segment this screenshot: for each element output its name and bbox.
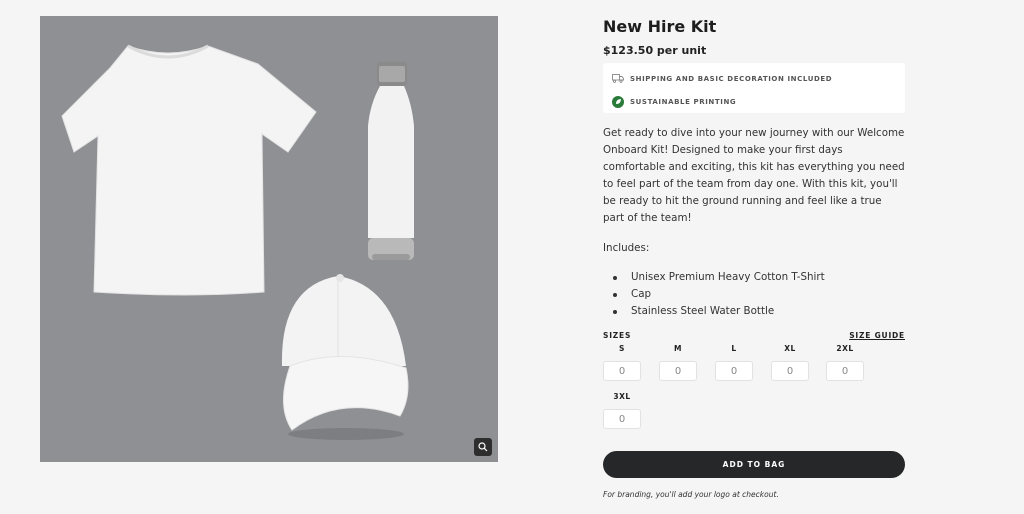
size-label: L (731, 344, 737, 353)
feature-box: SHIPPING AND BASIC DECORATION INCLUDED S… (603, 63, 905, 113)
truck-icon (611, 72, 625, 86)
feature-text: SUSTAINABLE PRINTING (630, 97, 737, 106)
size-label: M (674, 344, 682, 353)
product-price: $123.50 per unit (603, 44, 707, 57)
tshirt-image (61, 44, 317, 296)
feature-text: SHIPPING AND BASIC DECORATION INCLUDED (630, 74, 833, 83)
product-photo (61, 44, 414, 440)
size-2xl: 2XL (826, 343, 864, 381)
list-item: Cap (603, 286, 825, 303)
product-title: New Hire Kit (603, 17, 717, 36)
size-guide-link[interactable]: SIZE GUIDE (849, 331, 905, 340)
magnifier-icon (478, 442, 488, 452)
size-s-quantity-input[interactable] (603, 361, 641, 381)
size-label: 3XL (613, 392, 631, 401)
size-label: XL (784, 344, 796, 353)
includes-list: Unisex Premium Heavy Cotton T-Shirt Cap … (603, 269, 825, 320)
list-item: Unisex Premium Heavy Cotton T-Shirt (603, 269, 825, 286)
sizes-label: SIZES (603, 331, 632, 340)
feature-shipping: SHIPPING AND BASIC DECORATION INCLUDED (611, 69, 897, 88)
leaf-icon (611, 95, 625, 109)
branding-footnote: For branding, you'll add your logo at ch… (603, 490, 779, 499)
zoom-button[interactable] (474, 438, 492, 456)
size-label: 2XL (836, 344, 854, 353)
size-l: L (715, 343, 753, 381)
product-image[interactable] (40, 16, 498, 462)
size-xl: XL (771, 343, 809, 381)
add-to-bag-button[interactable]: ADD TO BAG (603, 451, 905, 478)
size-3xl: 3XL (603, 391, 641, 429)
size-3xl-quantity-input[interactable] (603, 409, 641, 429)
list-item: Stainless Steel Water Bottle (603, 303, 825, 320)
size-s: S (603, 343, 641, 381)
size-xl-quantity-input[interactable] (771, 361, 809, 381)
size-m: M (659, 343, 697, 381)
size-2xl-quantity-input[interactable] (826, 361, 864, 381)
cap-image (281, 274, 409, 440)
product-description: Get ready to dive into your new journey … (603, 127, 905, 224)
includes-label: Includes: (603, 242, 650, 254)
size-m-quantity-input[interactable] (659, 361, 697, 381)
size-l-quantity-input[interactable] (715, 361, 753, 381)
feature-sustainable: SUSTAINABLE PRINTING (611, 92, 897, 111)
bottle-image (368, 62, 414, 260)
size-label: S (619, 344, 625, 353)
